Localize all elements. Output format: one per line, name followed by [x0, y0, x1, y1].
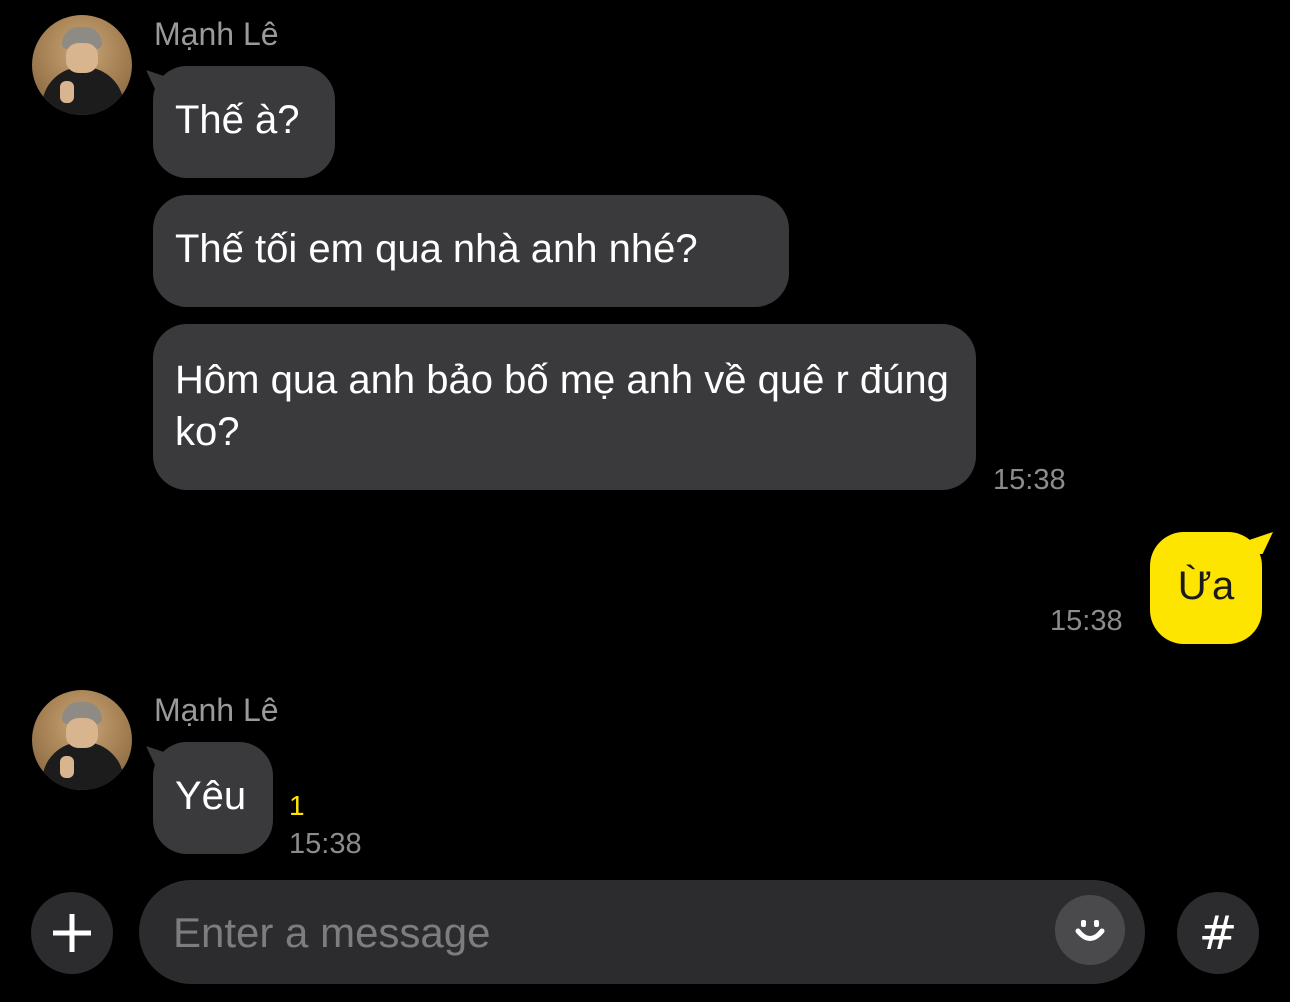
outgoing-message-bubble[interactable]: Ừa	[1150, 532, 1262, 644]
sender-name: Mạnh Lê	[154, 692, 279, 728]
message-timestamp: 15:38	[289, 828, 362, 860]
incoming-message-bubble[interactable]: Yêu	[153, 742, 273, 854]
bubble-tail	[1247, 532, 1273, 554]
smile-emoticon-icon	[1075, 920, 1105, 941]
sender-name: Mạnh Lê	[154, 16, 279, 52]
incoming-message-bubble[interactable]: Hôm qua anh bảo bố mẹ anh về quê r đúng …	[153, 324, 976, 490]
sender-avatar[interactable]	[32, 15, 132, 115]
incoming-message-bubble[interactable]: Thế à?	[153, 66, 335, 178]
message-timestamp: 15:38	[1050, 605, 1123, 637]
message-input[interactable]	[171, 880, 1045, 986]
unread-count: 1	[289, 790, 305, 821]
sender-avatar[interactable]	[32, 690, 132, 790]
message-timestamp: 15:38	[993, 464, 1066, 496]
plus-icon	[53, 914, 91, 952]
add-attachment-button[interactable]	[31, 892, 113, 974]
incoming-message-bubble[interactable]: Thế tối em qua nhà anh nhé?	[153, 195, 789, 307]
emoticon-button[interactable]	[1055, 895, 1125, 965]
message-input-bar	[139, 880, 1145, 986]
hashtag-search-button[interactable]: #	[1177, 892, 1259, 974]
